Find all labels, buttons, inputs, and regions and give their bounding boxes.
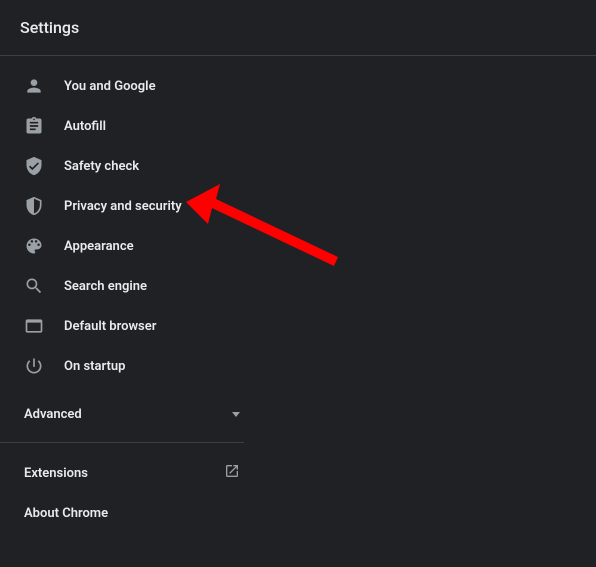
sidebar-item-default-browser[interactable]: Default browser bbox=[0, 306, 254, 346]
person-icon bbox=[24, 76, 44, 96]
sidebar-item-label: Default browser bbox=[64, 319, 156, 334]
browser-icon bbox=[24, 316, 44, 336]
settings-header: Settings bbox=[0, 0, 596, 56]
open-in-new-icon bbox=[224, 463, 240, 483]
about-label: About Chrome bbox=[24, 506, 108, 521]
palette-icon bbox=[24, 236, 44, 256]
page-title: Settings bbox=[20, 18, 79, 37]
shield-check-icon bbox=[24, 156, 44, 176]
clipboard-icon bbox=[24, 116, 44, 136]
settings-sidebar: You and Google Autofill Safety check Pri… bbox=[0, 56, 254, 533]
sidebar-item-privacy-security[interactable]: Privacy and security bbox=[0, 186, 254, 226]
sidebar-item-appearance[interactable]: Appearance bbox=[0, 226, 254, 266]
sidebar-item-search-engine[interactable]: Search engine bbox=[0, 266, 254, 306]
sidebar-item-safety-check[interactable]: Safety check bbox=[0, 146, 254, 186]
sidebar-item-label: You and Google bbox=[64, 79, 156, 94]
sidebar-item-label: Safety check bbox=[64, 159, 139, 174]
sidebar-item-you-and-google[interactable]: You and Google bbox=[0, 66, 254, 106]
sidebar-item-autofill[interactable]: Autofill bbox=[0, 106, 254, 146]
sidebar-item-label: Search engine bbox=[64, 279, 147, 294]
extensions-label: Extensions bbox=[24, 466, 88, 481]
power-icon bbox=[24, 356, 44, 376]
sidebar-item-extensions[interactable]: Extensions bbox=[0, 453, 254, 493]
sidebar-item-label: Appearance bbox=[64, 239, 134, 254]
advanced-label: Advanced bbox=[24, 407, 82, 422]
sidebar-item-on-startup[interactable]: On startup bbox=[0, 346, 254, 386]
sidebar-advanced-toggle[interactable]: Advanced bbox=[0, 394, 254, 434]
chevron-down-icon bbox=[232, 412, 240, 417]
sidebar-item-label: On startup bbox=[64, 359, 125, 374]
sidebar-item-label: Autofill bbox=[64, 119, 106, 134]
shield-icon bbox=[24, 196, 44, 216]
search-icon bbox=[24, 276, 44, 296]
sidebar-item-label: Privacy and security bbox=[64, 199, 182, 214]
sidebar-divider bbox=[0, 442, 244, 443]
sidebar-item-about-chrome[interactable]: About Chrome bbox=[0, 493, 254, 533]
